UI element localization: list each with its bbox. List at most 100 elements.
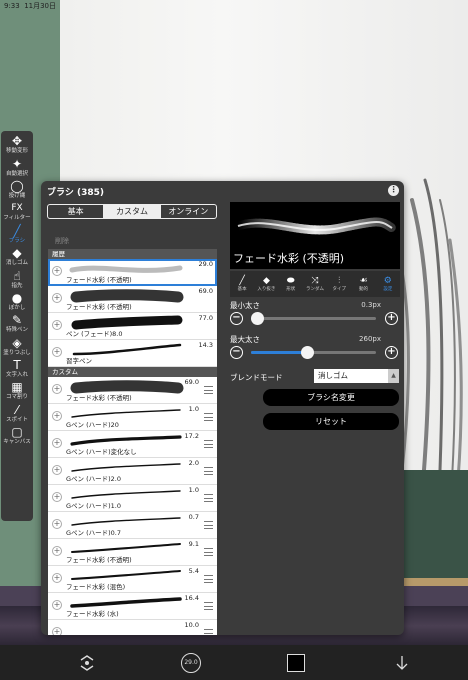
tool-move-transform[interactable]: ✥ 移動変形	[1, 134, 33, 156]
max-size-decrease-button[interactable]: −	[230, 346, 243, 359]
tab-custom[interactable]: カスタム	[103, 205, 160, 218]
transform-icon[interactable]	[75, 645, 99, 680]
brush-panel: ブラシ (385) ⋮ 基本 カスタム オンライン 削除 履歴 +29.0 フェード…	[41, 181, 404, 635]
brush-list-item[interactable]: +1.0 Gペン (ハード)1.0	[48, 485, 217, 512]
min-size-value: 0.3px	[361, 301, 381, 309]
brush-size-value: 17.2	[184, 432, 199, 440]
tool-fill-bucket[interactable]: ◈ 塗りつぶし	[1, 336, 33, 358]
add-brush-icon[interactable]: +	[52, 492, 62, 502]
brush-list-item[interactable]: +17.2 Gペン (ハード)変化なし	[48, 431, 217, 458]
brush-size-value: 77.0	[198, 314, 213, 322]
category-random[interactable]: ⤨ ランダム	[303, 271, 327, 297]
add-brush-icon[interactable]: +	[52, 411, 62, 421]
tool-lasso[interactable]: ◯ 投げ縄	[1, 179, 33, 201]
add-brush-icon[interactable]: +	[52, 519, 62, 529]
tool-special-pen[interactable]: ✎ 特殊ペン	[1, 313, 33, 335]
settings-icon: ⚙	[383, 275, 392, 286]
brush-list-item[interactable]: +69.0 フェード水彩 (不透明)	[48, 286, 217, 313]
min-size-increase-button[interactable]: +	[385, 312, 398, 325]
drag-handle-icon[interactable]	[204, 548, 213, 556]
tool-label: 特殊ペン	[5, 327, 28, 334]
add-brush-icon[interactable]: +	[52, 465, 62, 475]
category-type[interactable]: ⫶ タイプ	[327, 271, 351, 297]
category-basic-brush[interactable]: ╱ 基本	[230, 271, 254, 297]
min-size-decrease-button[interactable]: −	[230, 312, 243, 325]
add-brush-icon[interactable]: +	[52, 293, 62, 303]
brush-list-item[interactable]: +29.0 フェード水彩 (不透明)	[48, 259, 217, 286]
brush-size-value: 29.0	[198, 260, 213, 268]
tab-online[interactable]: オンライン	[159, 205, 216, 218]
brush-list-item[interactable]: +0.7 Gペン (ハード)0.7	[48, 512, 217, 539]
rename-brush-button[interactable]: ブラシ名変更	[263, 389, 399, 406]
add-brush-icon[interactable]: +	[52, 347, 62, 357]
basic-brush-icon: ╱	[239, 275, 245, 286]
tool-filter[interactable]: FX フィルター	[1, 201, 33, 223]
tab-basic[interactable]: 基本	[48, 205, 103, 218]
tool-bar: ✥ 移動変形 ✦ 自動選択 ◯ 投げ縄 FX フィルター ╱ ブラシ ◆ 消しゴム ☝ 指先 ● ぼかし ✎ 特殊…	[1, 131, 33, 521]
color-icon[interactable]	[284, 645, 308, 680]
drag-handle-icon[interactable]	[204, 494, 213, 502]
add-brush-icon[interactable]: +	[52, 546, 62, 556]
tool-frame-divide[interactable]: ▦ コマ割り	[1, 380, 33, 402]
drag-handle-icon[interactable]	[204, 440, 213, 448]
drag-handle-icon[interactable]	[204, 629, 213, 635]
brush-list-item[interactable]: +14.3 習字ペン	[48, 340, 217, 367]
more-menu-icon[interactable]: ⋮	[388, 185, 399, 196]
drag-handle-icon[interactable]	[204, 386, 213, 394]
canvas-icon: ▢	[11, 425, 23, 440]
brush-size-value: 14.3	[198, 341, 213, 349]
delete-button[interactable]: 削除	[55, 236, 69, 246]
add-brush-icon[interactable]: +	[52, 320, 62, 330]
layers-down-icon[interactable]	[390, 645, 414, 680]
brush-list-item[interactable]: +77.0 ペン (フェード)8.0	[48, 313, 217, 340]
category-entry-exit[interactable]: ◆ 入り抜き	[254, 271, 278, 297]
max-size-label: 最大太さ	[230, 335, 260, 344]
tool-canvas[interactable]: ▢ キャンバス	[1, 425, 33, 447]
brush-icon: ╱	[13, 223, 21, 238]
min-size-slider[interactable]	[251, 312, 376, 325]
category-settings[interactable]: ⚙ 設定	[376, 271, 400, 297]
category-dynamics[interactable]: ☙ 動的	[351, 271, 375, 297]
min-size-slider-thumb[interactable]	[251, 312, 265, 325]
add-brush-icon[interactable]: +	[52, 438, 62, 448]
add-brush-icon[interactable]: +	[52, 627, 62, 635]
brush-list[interactable]: 履歴 +29.0 フェード水彩 (不透明) +69.0 フェード水彩 (不透明) +77.…	[48, 249, 217, 635]
tool-label: 消しゴム	[5, 260, 28, 267]
drag-handle-icon[interactable]	[204, 602, 213, 610]
brush-list-item[interactable]: +10.0	[48, 620, 217, 635]
brush-size-icon[interactable]: 29.0	[178, 645, 204, 680]
tool-blur[interactable]: ● ぼかし	[1, 291, 33, 313]
drag-handle-icon[interactable]	[204, 575, 213, 583]
add-brush-icon[interactable]: +	[52, 384, 62, 394]
max-size-slider[interactable]	[251, 346, 376, 359]
add-brush-icon[interactable]: +	[52, 600, 62, 610]
panel-title: ブラシ (385)	[47, 188, 104, 198]
tool-auto-select[interactable]: ✦ 自動選択	[1, 156, 33, 178]
reset-button[interactable]: リセット	[263, 413, 399, 430]
random-icon: ⤨	[311, 275, 319, 286]
tool-brush[interactable]: ╱ ブラシ	[1, 224, 33, 246]
brush-list-item[interactable]: +69.0 フェード水彩 (不透明)	[48, 377, 217, 404]
brush-list-item[interactable]: +9.1 フェード水彩 (不透明)	[48, 539, 217, 566]
add-brush-icon[interactable]: +	[52, 266, 62, 276]
tool-text[interactable]: T 文字入れ	[1, 358, 33, 380]
brush-list-item[interactable]: +1.0 Gペン (ハード)20	[48, 404, 217, 431]
move-transform-icon: ✥	[11, 134, 23, 149]
brush-list-item[interactable]: +2.0 Gペン (ハード)2.0	[48, 458, 217, 485]
tool-smudge[interactable]: ☝ 指先	[1, 268, 33, 290]
lasso-icon: ◯	[10, 178, 24, 193]
drag-handle-icon[interactable]	[204, 413, 213, 421]
blend-mode-select[interactable]: 消しゴム ▲	[314, 369, 399, 383]
drag-handle-icon[interactable]	[204, 521, 213, 529]
max-size-increase-button[interactable]: +	[385, 346, 398, 359]
brush-name: Gペン (ハード)変化なし	[66, 448, 137, 456]
tool-eraser[interactable]: ◆ 消しゴム	[1, 246, 33, 268]
brush-list-item[interactable]: +16.4 フェード水彩 (水)	[48, 593, 217, 620]
drag-handle-icon[interactable]	[204, 467, 213, 475]
add-brush-icon[interactable]: +	[52, 573, 62, 583]
max-size-slider-thumb[interactable]	[301, 346, 315, 359]
tool-label: フィルター	[3, 215, 31, 222]
tool-eyedropper[interactable]: ⁄ スポイト	[1, 403, 33, 425]
category-shape[interactable]: ⬬ 形状	[279, 271, 303, 297]
brush-list-item[interactable]: +5.4 フェード水彩 (混色)	[48, 566, 217, 593]
